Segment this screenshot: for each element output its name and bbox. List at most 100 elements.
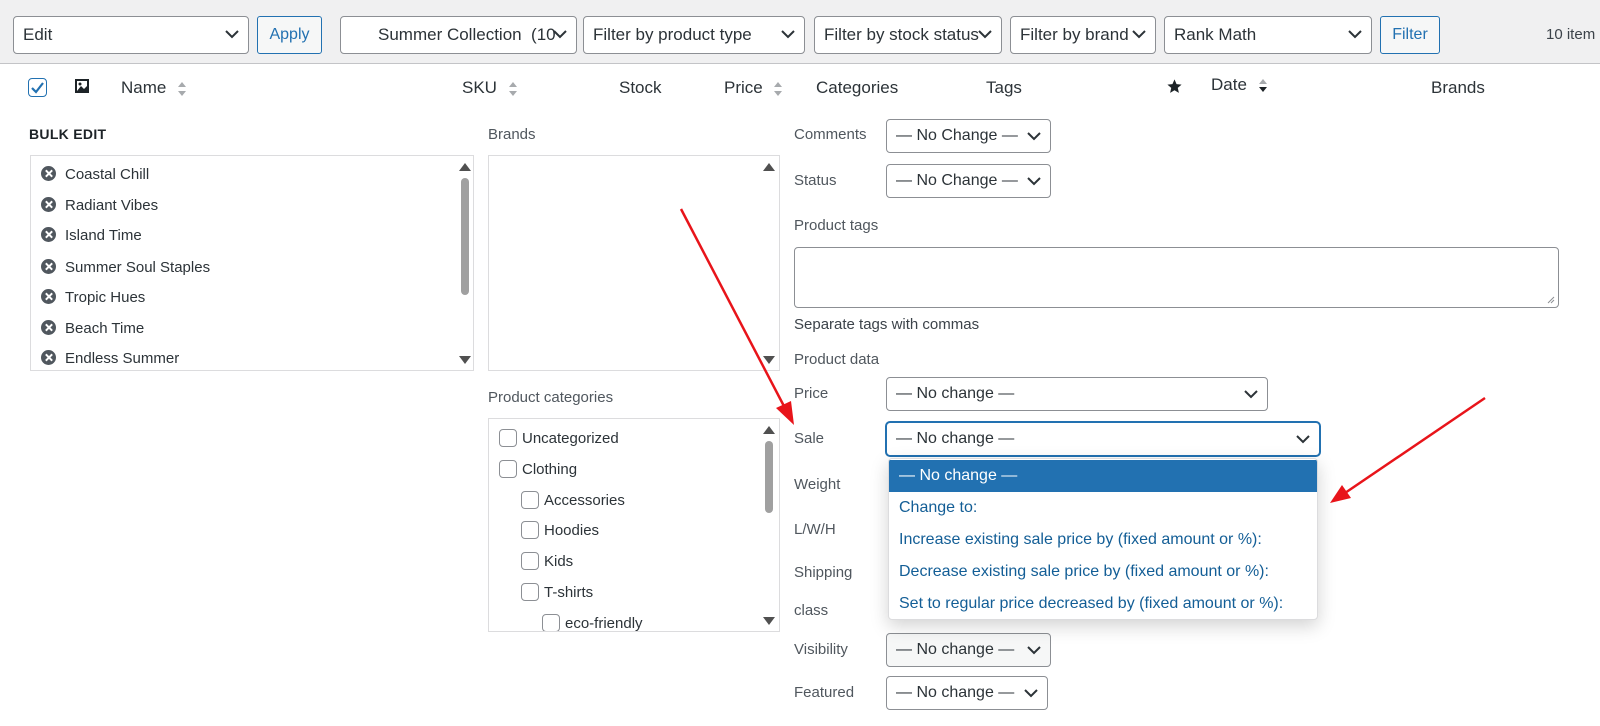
image-icon [75,79,89,93]
category-label: Hoodies [544,522,600,539]
category-item[interactable]: Kids [521,552,573,570]
list-item: Endless Summer [41,350,179,367]
brands-list[interactable] [488,155,780,371]
remove-icon[interactable] [41,227,56,242]
sort-desc-icon [1258,78,1267,92]
bulk-edit-product-list[interactable]: Coastal Chill Radiant Vibes Island Time … [30,155,474,371]
checkmark-icon [31,82,44,94]
list-item: Beach Time [41,320,144,337]
category-label: Accessories [544,492,625,509]
sale-option-change-to[interactable]: Change to: [889,492,1317,524]
status-value: — No Change — [896,172,1018,189]
category-checkbox[interactable] [521,583,539,601]
select-all-checkbox[interactable] [28,78,47,97]
column-price[interactable]: Price [724,78,783,98]
bulk-action-select[interactable]: Edit [13,16,249,54]
list-item: Summer Soul Staples [41,259,210,276]
sale-value: — No change — [896,430,1015,447]
product-categories-list[interactable]: Uncategorized Clothing Accessories Hoodi… [488,418,780,632]
column-name[interactable]: Name [121,78,187,98]
category-item[interactable]: Uncategorized [499,429,619,447]
star-icon[interactable] [1166,78,1183,95]
visibility-value: — No change — [896,641,1015,658]
scroll-down-arrow[interactable] [763,356,775,364]
product-name: Coastal Chill [65,166,150,183]
category-checkbox[interactable] [542,614,560,631]
remove-icon[interactable] [41,289,56,304]
product-type-filter-value: Filter by product type [593,25,752,44]
category-label: Clothing [522,461,578,478]
price-select[interactable]: — No change — [886,377,1268,411]
comments-select[interactable]: — No Change — [886,119,1051,153]
column-price-label: Price [724,78,763,97]
sale-dropdown-menu: — No change — Change to: Increase existi… [888,458,1318,620]
sale-select[interactable]: — No change — [886,422,1320,456]
product-name: Island Time [65,227,142,244]
column-sku-label: SKU [462,78,497,97]
price-label: Price [794,385,829,402]
scroll-down-arrow[interactable] [459,356,471,364]
brand-filter-value: Filter by brand [1020,25,1129,44]
scroll-up-arrow[interactable] [459,163,471,171]
list-item: Coastal Chill [41,166,149,183]
apply-button[interactable]: Apply [257,16,322,54]
chevron-down-icon [781,30,795,39]
sale-option-increase[interactable]: Increase existing sale price by (fixed a… [889,524,1317,556]
remove-icon[interactable] [41,350,56,365]
status-label: Status [794,172,837,189]
column-date[interactable]: Date [1211,75,1268,95]
visibility-select[interactable]: — No change — [886,633,1051,667]
brand-filter-select[interactable]: Filter by brand [1010,16,1156,54]
scrollbar-thumb[interactable] [461,178,469,295]
scroll-up-arrow[interactable] [763,163,775,171]
price-value: — No change — [896,385,1015,402]
category-item[interactable]: Clothing [499,460,577,478]
chevron-down-icon [1027,646,1041,655]
category-checkbox[interactable] [521,552,539,570]
stock-status-filter-value: Filter by stock status [824,25,979,44]
column-tags: Tags [986,78,1022,97]
product-tags-textarea[interactable] [794,247,1559,308]
sale-option-set-regular-decreased[interactable]: Set to regular price decreased by (fixed… [889,588,1317,619]
sale-option-no-change[interactable]: — No change — [889,460,1317,492]
resize-handle-icon[interactable] [1547,296,1555,304]
filter-button[interactable]: Filter [1380,16,1440,54]
category-checkbox[interactable] [499,429,517,447]
scroll-down-arrow[interactable] [763,617,775,625]
chevron-down-icon [1296,435,1310,444]
scroll-up-arrow[interactable] [763,426,775,434]
bulk-action-value: Edit [23,25,53,44]
product-name: Endless Summer [65,350,180,367]
product-type-filter-select[interactable]: Filter by product type [583,16,805,54]
collection-filter-select[interactable]: Summer Collection (10 [340,16,577,54]
category-label: Kids [544,553,574,570]
chevron-down-icon [1024,689,1038,698]
status-select[interactable]: — No Change — [886,164,1051,198]
weight-label: Weight [794,476,841,493]
remove-icon[interactable] [41,197,56,212]
lwh-label: L/W/H [794,521,836,538]
category-item[interactable]: T-shirts [521,583,593,601]
sale-label: Sale [794,430,825,447]
product-tags-label: Product tags [794,217,879,234]
table-header: Name SKU Stock Price Categories Tags Dat… [0,63,1600,113]
visibility-label: Visibility [794,641,848,658]
chevron-down-icon [1027,132,1041,141]
remove-icon[interactable] [41,320,56,335]
scrollbar-thumb[interactable] [765,441,773,513]
category-item[interactable]: eco-friendly [542,614,643,631]
remove-icon[interactable] [41,259,56,274]
category-checkbox[interactable] [499,460,517,478]
seo-filter-select[interactable]: Rank Math [1164,16,1372,54]
category-checkbox[interactable] [521,521,539,539]
stock-status-filter-select[interactable]: Filter by stock status [814,16,1002,54]
category-checkbox[interactable] [521,491,539,509]
category-item[interactable]: Hoodies [521,521,599,539]
category-item[interactable]: Accessories [521,491,625,509]
remove-icon[interactable] [41,166,56,181]
comments-label: Comments [794,126,867,143]
featured-select[interactable]: — No change — [886,676,1048,710]
sale-option-decrease[interactable]: Decrease existing sale price by (fixed a… [889,556,1317,588]
list-item: Tropic Hues [41,289,145,306]
column-sku[interactable]: SKU [462,78,518,98]
